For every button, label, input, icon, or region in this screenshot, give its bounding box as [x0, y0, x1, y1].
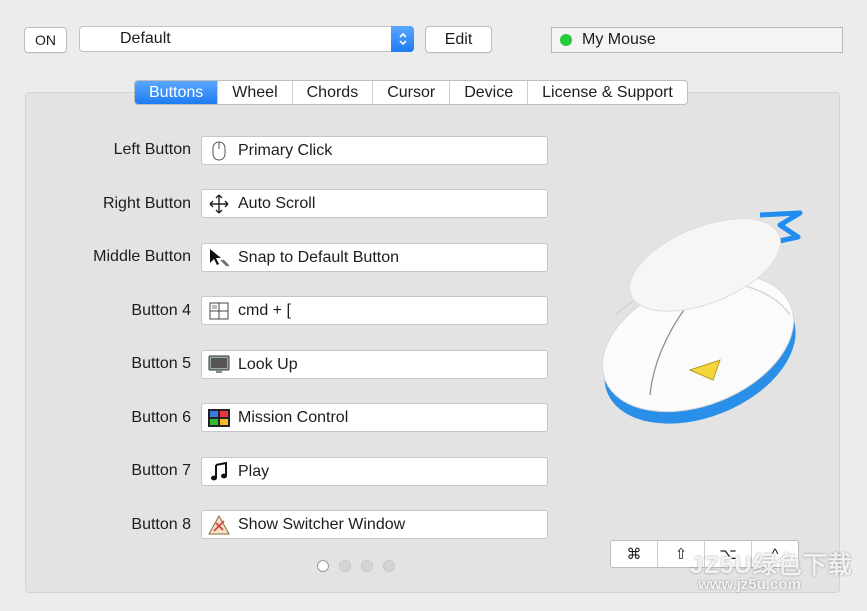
button-6-action[interactable]: Mission Control	[201, 403, 548, 432]
page-dot-3[interactable]	[361, 560, 373, 572]
edit-button[interactable]: Edit	[425, 26, 492, 53]
right-button-label: Right Button	[102, 195, 191, 212]
cursor-snap-icon	[207, 247, 231, 269]
button-5-action[interactable]: Look Up	[201, 350, 548, 379]
action-label: Mission Control	[238, 408, 349, 426]
preset-select[interactable]: Default	[79, 26, 414, 52]
action-label: Auto Scroll	[238, 194, 316, 212]
button-7-label: Button 7	[131, 462, 191, 479]
page-dot-2[interactable]	[339, 560, 351, 572]
tab-cursor[interactable]: Cursor	[372, 81, 449, 104]
chevron-updown-icon[interactable]	[391, 26, 414, 52]
button-7-action[interactable]: Play	[201, 457, 548, 486]
move-arrows-icon	[207, 193, 231, 215]
preset-value: Default	[120, 30, 171, 47]
tab-wheel[interactable]: Wheel	[217, 81, 291, 104]
device-field[interactable]: My Mouse	[551, 27, 843, 53]
middle-button-action[interactable]: Snap to Default Button	[201, 243, 548, 272]
watermark: JZ5U绿色下载 www.jz5u.com	[690, 545, 853, 593]
action-label: Show Switcher Window	[238, 515, 406, 533]
action-label: Play	[238, 462, 270, 480]
command-key-toggle[interactable]: ⌘	[611, 541, 657, 567]
status-dot-icon	[560, 34, 572, 46]
right-button-action[interactable]: Auto Scroll	[201, 189, 548, 218]
action-label: Snap to Default Button	[238, 248, 399, 266]
middle-button-label: Middle Button	[93, 248, 191, 265]
music-note-icon	[207, 461, 231, 483]
button-8-label: Button 8	[131, 516, 191, 533]
button-6-label: Button 6	[131, 409, 191, 426]
left-button-label: Left Button	[113, 141, 191, 158]
tab-device[interactable]: Device	[449, 81, 527, 104]
action-label: cmd + [	[238, 301, 291, 319]
page-indicator	[317, 560, 395, 572]
mouse-illustration	[601, 210, 803, 424]
action-label: Look Up	[238, 355, 298, 373]
button-4-label: Button 4	[131, 302, 191, 319]
watermark-main: JZ5U绿色下载	[690, 552, 853, 579]
tab-bar: Buttons Wheel Chords Cursor Device Licen…	[134, 80, 688, 105]
tab-buttons[interactable]: Buttons	[135, 81, 218, 104]
tab-chords[interactable]: Chords	[291, 81, 373, 104]
button-8-action[interactable]: Show Switcher Window	[201, 510, 548, 539]
on-button[interactable]: ON	[24, 27, 67, 53]
button-5-label: Button 5	[131, 355, 191, 372]
mouse-icon	[207, 140, 231, 162]
app-switcher-icon	[207, 514, 231, 536]
device-name: My Mouse	[582, 31, 656, 48]
left-button-action[interactable]: Primary Click	[201, 136, 548, 165]
keyboard-icon	[207, 300, 231, 322]
page-dot-1[interactable]	[317, 560, 329, 572]
tab-license-support[interactable]: License & Support	[527, 81, 687, 104]
page-dot-4[interactable]	[383, 560, 395, 572]
monitor-icon	[207, 354, 231, 376]
mission-control-icon	[207, 407, 231, 429]
button-4-action[interactable]: cmd + [	[201, 296, 548, 325]
action-label: Primary Click	[238, 141, 333, 159]
